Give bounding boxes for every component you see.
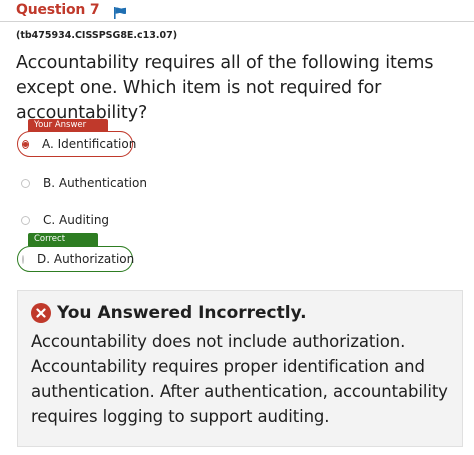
feedback-title: You Answered Incorrectly.	[57, 303, 307, 323]
question-title: Question 7	[16, 2, 100, 18]
answer-option-b[interactable]: B. Authentication	[17, 170, 147, 196]
feedback-header: You Answered Incorrectly.	[31, 303, 307, 323]
option-label: B. Authentication	[43, 176, 147, 190]
answer-option-c[interactable]: C. Auditing	[17, 207, 109, 233]
correct-tag: Correct	[28, 233, 98, 246]
incorrect-x-icon	[31, 303, 51, 323]
radio-button[interactable]	[21, 215, 30, 225]
answer-option-a[interactable]: A. Identification	[17, 131, 137, 157]
radio-button[interactable]	[22, 254, 24, 264]
feedback-explanation: Accountability does not include authoriz…	[31, 332, 448, 426]
header-divider	[0, 21, 474, 22]
option-label: C. Auditing	[43, 213, 110, 227]
option-label: D. Authorization	[37, 252, 135, 266]
question-header: Question 7	[16, 1, 127, 19]
feedback-panel: You Answered Incorrectly. Accountability…	[17, 290, 463, 447]
option-label: A. Identification	[42, 137, 137, 151]
radio-button-selected[interactable]	[22, 139, 29, 149]
question-id: (tb475934.CISSPSG8E.c13.07)	[16, 30, 178, 41]
flag-icon[interactable]	[113, 4, 127, 19]
question-text: Accountability requires all of the follo…	[16, 53, 434, 123]
radio-button[interactable]	[21, 178, 30, 188]
answer-option-d[interactable]: D. Authorization	[17, 246, 135, 272]
